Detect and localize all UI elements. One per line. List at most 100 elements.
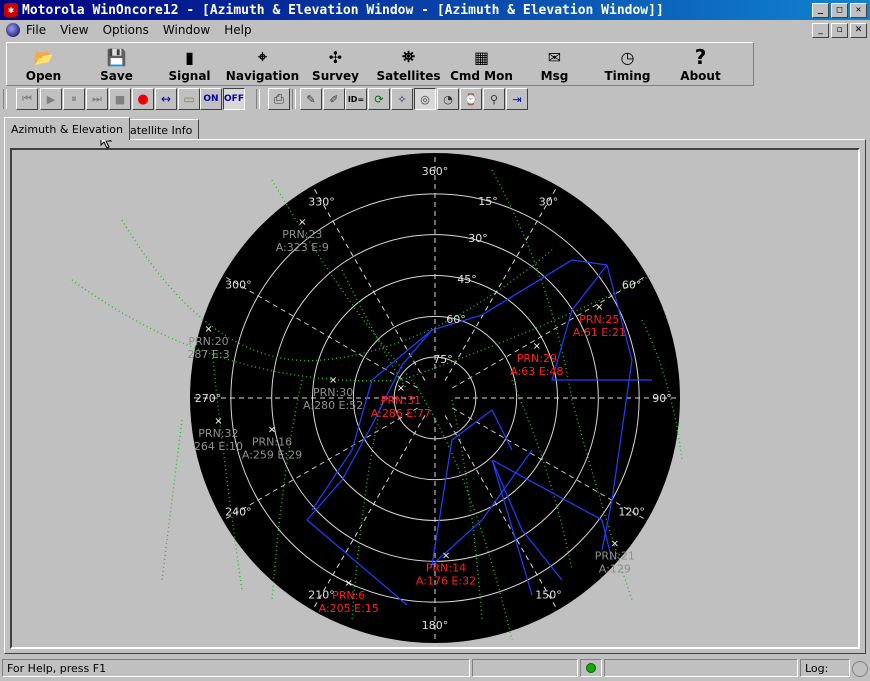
menu-options[interactable]: Options xyxy=(103,23,149,37)
azimuth-label: 90° xyxy=(652,392,672,405)
toolbar-survey-button[interactable]: ✣ Survey xyxy=(299,43,372,85)
satellite-marker: × xyxy=(268,425,276,436)
satellite-prn-label: PRN:23 xyxy=(282,228,322,241)
record-icon[interactable]: ● xyxy=(132,88,154,110)
tool-a-icon[interactable]: ✎ xyxy=(300,88,322,110)
toolbar-cmd-mon-button[interactable]: ▦ Cmd Mon xyxy=(445,43,518,85)
child-close-button[interactable]: ✕ xyxy=(850,23,867,38)
app-icon[interactable]: ✱ xyxy=(4,3,18,17)
satellite-marker: × xyxy=(345,578,353,589)
refresh-icon[interactable]: ⟳ xyxy=(368,88,390,110)
azimuth-label: 270° xyxy=(195,392,222,405)
menu-view[interactable]: View xyxy=(60,23,88,37)
toolbar-open-button[interactable]: 📂 Open xyxy=(7,43,80,85)
satellite-prn-label: PRN:32 xyxy=(198,427,238,440)
toolbar-label: Save xyxy=(100,69,133,83)
pause-icon[interactable]: ⏸ xyxy=(63,88,85,110)
toolbar-label: Satellites xyxy=(376,69,441,83)
double-arrow-icon[interactable]: ↔ xyxy=(155,88,177,110)
rewind-icon[interactable]: ⏮ xyxy=(16,88,38,110)
toolbar-label: Timing xyxy=(604,69,651,83)
toolbar-label: Signal xyxy=(168,69,211,83)
satellite-position-label: A:129 xyxy=(599,563,631,576)
satellite-marker: × xyxy=(442,551,450,562)
status-pane-1 xyxy=(472,659,578,677)
azimuth-label: 120° xyxy=(618,506,645,519)
stop-icon[interactable]: ■ xyxy=(109,88,131,110)
close-button[interactable]: ✕ xyxy=(850,3,867,18)
satellite-position-label: A:286 E:77 xyxy=(371,407,431,420)
satellite-prn-label: PRN:29 xyxy=(517,352,557,365)
satellite-prn-label: PRN:25 xyxy=(579,313,619,326)
timer-icon[interactable]: ⌚ xyxy=(460,88,482,110)
menu-file[interactable]: File xyxy=(26,23,46,37)
signal-strength-icon[interactable]: ◔ xyxy=(437,88,459,110)
on-button[interactable]: ON xyxy=(200,88,222,110)
window-title: Motorola WinOncore12 - [Azimuth & Elevat… xyxy=(22,2,664,18)
satellite-prn-label: PRN:6 xyxy=(332,589,365,602)
play-icon[interactable]: ▶ xyxy=(40,88,62,110)
satellite-position-label: 287 E:3 xyxy=(187,348,229,361)
export-icon[interactable]: ⇥ xyxy=(506,88,528,110)
azimuth-label: 180° xyxy=(422,619,449,632)
log-indicator-icon xyxy=(852,661,868,677)
status-pane-2 xyxy=(604,659,798,677)
toolbar-label: Open xyxy=(25,69,62,83)
azimuth-label: 240° xyxy=(225,506,252,519)
tab-azimuth-elevation[interactable]: Azimuth & Elevation xyxy=(4,117,130,140)
toolbar-navigation-button[interactable]: ⌖ Navigation xyxy=(226,43,299,85)
sky-plot: 360° 30° 60° 90° 120° 150° 180° 210° 240° 270° 300… xyxy=(71,153,683,643)
satellite-position-label: A:259 E:29 xyxy=(242,449,302,462)
tool-d-icon[interactable]: ✐ xyxy=(323,88,345,110)
satellite-marker: × xyxy=(214,416,222,427)
child-restore-button[interactable]: ▫ xyxy=(831,23,848,38)
elevation-label: 30° xyxy=(468,232,488,245)
satellite-position-label: A:63 E:48 xyxy=(510,365,563,378)
help-icon: ? xyxy=(694,45,707,69)
status-help-text: For Help, press F1 xyxy=(2,659,470,677)
satellite-marker: × xyxy=(611,539,619,550)
menu-window[interactable]: Window xyxy=(163,23,210,37)
menu-bar: File View Options Window Help _ ▫ ✕ xyxy=(0,20,870,40)
toolbar-satellites-button[interactable]: ⛯ Satellites xyxy=(372,43,445,85)
azimuth-label: 360° xyxy=(422,165,449,178)
document-icon[interactable] xyxy=(6,23,20,37)
toolbar-label: Navigation xyxy=(225,69,300,83)
child-minimize-button[interactable]: _ xyxy=(812,23,829,38)
elevation-label: 15° xyxy=(478,195,498,208)
satellite-position-label: 264 E:10 xyxy=(194,440,243,453)
toolbar-msg-button[interactable]: ✉ Msg xyxy=(518,43,591,85)
satellite-prn-label: PRN:14 xyxy=(426,562,466,575)
toolbar-signal-button[interactable]: ▮ Signal xyxy=(153,43,226,85)
menu-help[interactable]: Help xyxy=(224,23,251,37)
satellite-marker: × xyxy=(204,324,212,335)
satellite-small-icon[interactable]: ✧ xyxy=(391,88,413,110)
id-button[interactable]: ID= xyxy=(345,88,367,110)
satellite-position-label: A:323 E:9 xyxy=(276,241,329,254)
toolbar-save-button[interactable]: 💾 Save xyxy=(80,43,153,85)
azimuth-label: 30° xyxy=(539,195,559,208)
satellite-position-label: A:61 E:21 xyxy=(573,326,626,339)
satellite-prn-label: PRN:20 xyxy=(188,335,228,348)
toolbar-about-button[interactable]: ? About xyxy=(664,43,737,85)
toolbar-timing-button[interactable]: ◷ Timing xyxy=(591,43,664,85)
toolbar-label: Cmd Mon xyxy=(450,69,513,83)
open-log-icon[interactable]: ▭ xyxy=(178,88,200,110)
status-led-icon xyxy=(580,659,602,677)
azimuth-elevation-icon[interactable]: ◎ xyxy=(414,88,436,110)
satellite-marker: × xyxy=(595,302,603,313)
fast-forward-icon[interactable]: ⏭ xyxy=(86,88,108,110)
printer-icon[interactable]: ⎙ xyxy=(268,88,290,110)
maximize-button[interactable]: □ xyxy=(831,3,848,18)
satellite-icon: ⛯ xyxy=(402,47,415,66)
off-button[interactable]: OFF xyxy=(223,88,245,110)
toolbar-label: Survey xyxy=(312,69,359,83)
minimize-button[interactable]: _ xyxy=(812,3,829,18)
receiver-icon[interactable]: ⚲ xyxy=(483,88,505,110)
compass-icon: ⌖ xyxy=(257,47,267,66)
azimuth-label: 210° xyxy=(308,589,335,602)
message-icon: ✉ xyxy=(547,47,562,67)
azimuth-label: 300° xyxy=(225,279,252,292)
folder-open-icon: 📂 xyxy=(33,47,54,67)
satellite-track-green xyxy=(161,419,183,581)
